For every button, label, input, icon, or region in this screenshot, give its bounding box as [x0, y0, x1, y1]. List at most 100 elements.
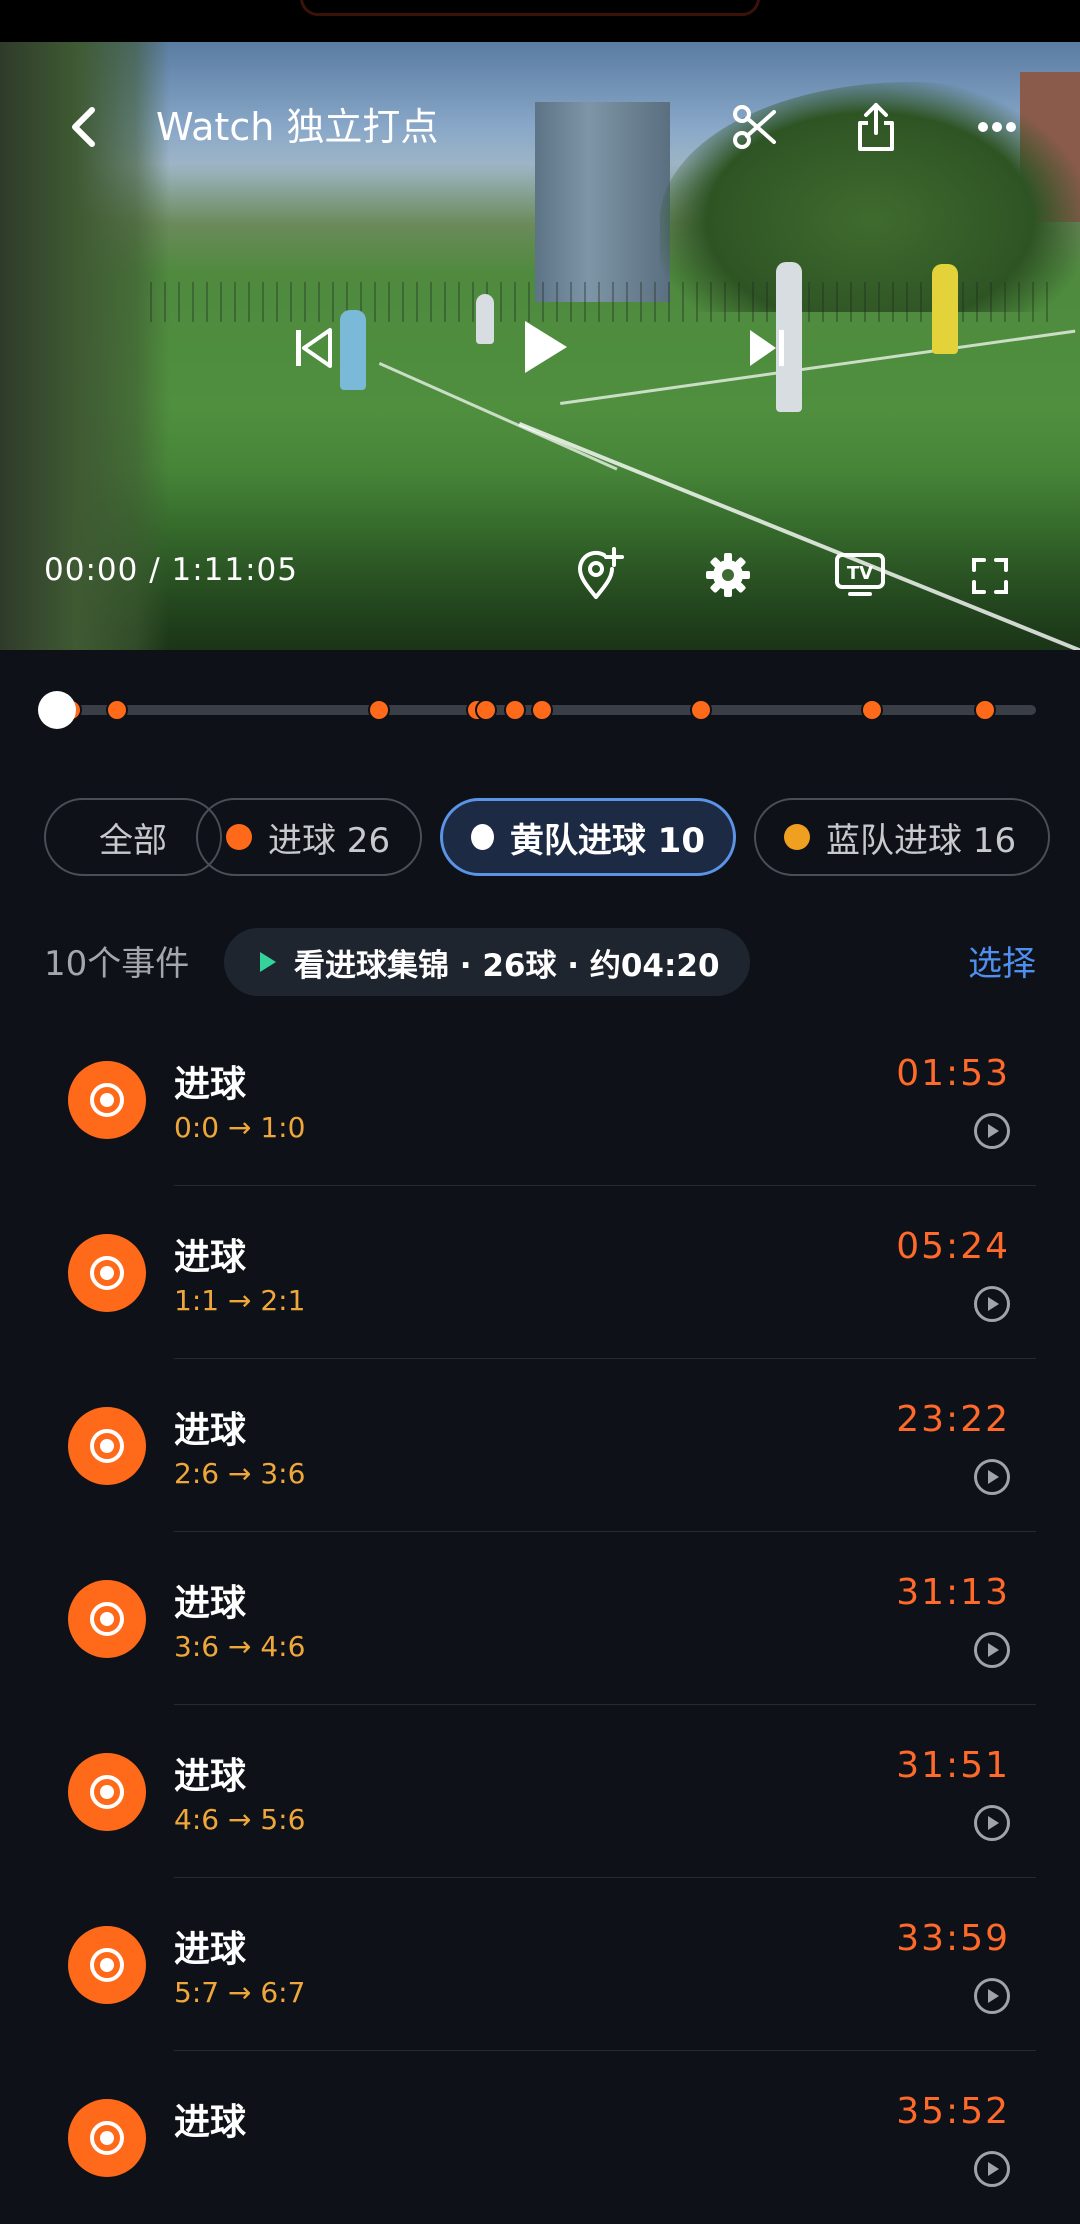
goal-target-icon	[68, 2099, 146, 2177]
timeline-marker[interactable]	[531, 699, 553, 721]
previous-icon	[296, 328, 332, 368]
event-title: 进球	[174, 1064, 247, 1105]
filter-chip-yellow-team-goals[interactable]: 黄队进球 10	[440, 798, 736, 876]
fullscreen-icon	[972, 558, 1008, 594]
video-scene-fence	[150, 282, 1050, 322]
event-title: 进球	[174, 1237, 247, 1278]
event-row[interactable]: 进球 35:52	[0, 2051, 1080, 2224]
play-circle-icon[interactable]	[974, 1978, 1010, 2014]
timeline-marker[interactable]	[504, 699, 526, 721]
goal-target-icon	[68, 1234, 146, 1312]
event-title: 进球	[174, 2102, 247, 2143]
orange-dot-icon	[226, 824, 252, 850]
page-title: Watch 独立打点	[156, 105, 439, 149]
timeline-marker[interactable]	[475, 699, 497, 721]
event-list: 进球 0:0 → 1:0 01:53 进球 1:1 → 2:1 05:24 进球…	[0, 1013, 1080, 2224]
status-bar	[0, 0, 1080, 42]
play-circle-icon[interactable]	[974, 1459, 1010, 1495]
previous-button[interactable]	[288, 318, 338, 378]
event-score: 2:6 → 3:6	[174, 1457, 306, 1490]
event-timeline[interactable]	[38, 691, 1036, 729]
play-icon	[260, 952, 276, 972]
timeline-marker[interactable]	[690, 699, 712, 721]
filter-chips: 全部 进球 26 黄队进球 10 蓝队进球 16	[44, 798, 1080, 876]
video-scene-player	[932, 264, 958, 354]
svg-text:TV: TV	[847, 563, 873, 584]
event-time: 35:52	[896, 2091, 1010, 2132]
filter-chip-label: 全部	[99, 820, 167, 861]
goal-target-icon	[68, 1407, 146, 1485]
event-title: 进球	[174, 1583, 247, 1624]
video-scene-pitch-line	[378, 362, 618, 471]
tv-cast-icon: TV	[835, 553, 885, 596]
share-button[interactable]	[846, 97, 906, 157]
play-button[interactable]	[515, 312, 575, 382]
event-row[interactable]: 进球 0:0 → 1:0 01:53	[0, 1013, 1080, 1186]
more-icon	[978, 122, 1016, 132]
select-button[interactable]: 选择	[968, 936, 1036, 985]
share-icon	[858, 103, 894, 151]
timeline-marker[interactable]	[974, 699, 996, 721]
play-circle-icon[interactable]	[974, 1632, 1010, 1668]
amber-dot-icon	[784, 824, 810, 850]
event-time: 31:51	[896, 1745, 1010, 1786]
filter-chip-label: 黄队进球 10	[509, 820, 705, 861]
event-time: 01:53	[896, 1053, 1010, 1094]
time-readout: 00:00 / 1:11:05	[44, 552, 298, 588]
add-marker-button[interactable]	[570, 544, 630, 604]
goal-target-icon	[68, 1753, 146, 1831]
event-row[interactable]: 进球 2:6 → 3:6 23:22	[0, 1359, 1080, 1532]
video-scene-pitch-line	[518, 422, 1080, 650]
video-scene-player	[340, 310, 366, 390]
highlights-label: 看进球集锦 · 26球 · 约04:20	[294, 947, 720, 984]
event-score: 3:6 → 4:6	[174, 1630, 306, 1663]
timeline-marker[interactable]	[861, 699, 883, 721]
play-circle-icon[interactable]	[974, 1286, 1010, 1322]
highlights-button[interactable]: 看进球集锦 · 26球 · 约04:20	[224, 928, 750, 996]
play-circle-icon[interactable]	[974, 1113, 1010, 1149]
dynamic-island	[300, 0, 760, 16]
video-scene-pitch-line	[560, 329, 1076, 405]
event-row[interactable]: 进球 5:7 → 6:7 33:59	[0, 1878, 1080, 2051]
clip-button[interactable]	[725, 97, 785, 157]
next-button[interactable]	[742, 318, 792, 378]
next-icon	[750, 330, 784, 366]
scissors-icon	[733, 105, 776, 149]
event-row[interactable]: 进球 1:1 → 2:1 05:24	[0, 1186, 1080, 1359]
chevron-left-icon	[72, 107, 95, 147]
timeline-playhead[interactable]	[38, 691, 76, 729]
event-score: 4:6 → 5:6	[174, 1803, 306, 1836]
white-dot-icon	[471, 824, 494, 850]
event-time: 23:22	[896, 1399, 1010, 1440]
timeline-marker[interactable]	[368, 699, 390, 721]
event-count: 10个事件	[44, 944, 190, 984]
event-score: 1:1 → 2:1	[174, 1284, 306, 1317]
filter-chip-blue-team-goals[interactable]: 蓝队进球 16	[754, 798, 1050, 876]
play-circle-icon[interactable]	[974, 2151, 1010, 2187]
event-title: 进球	[174, 1756, 247, 1797]
settings-button[interactable]	[699, 546, 757, 604]
event-time: 33:59	[896, 1918, 1010, 1959]
summary-row: 10个事件 看进球集锦 · 26球 · 约04:20 选择	[44, 928, 1036, 996]
play-icon	[525, 321, 567, 373]
fullscreen-button[interactable]	[962, 550, 1018, 602]
event-time: 05:24	[896, 1226, 1010, 1267]
add-marker-icon	[577, 547, 624, 599]
more-button[interactable]	[967, 97, 1027, 157]
filter-chip-goals[interactable]: 进球 26	[196, 798, 422, 876]
video-scene-player	[476, 294, 494, 344]
goal-target-icon	[68, 1580, 146, 1658]
settings-icon	[706, 553, 750, 597]
back-button[interactable]	[58, 102, 108, 152]
event-score: 5:7 → 6:7	[174, 1976, 306, 2009]
tv-cast-button[interactable]: TV	[830, 546, 890, 604]
filter-chip-label: 进球 26	[268, 820, 391, 861]
event-time: 31:13	[896, 1572, 1010, 1613]
event-title: 进球	[174, 1410, 247, 1451]
event-score: 0:0 → 1:0	[174, 1111, 306, 1144]
event-title: 进球	[174, 1929, 247, 1970]
timeline-marker[interactable]	[106, 699, 128, 721]
event-row[interactable]: 进球 4:6 → 5:6 31:51	[0, 1705, 1080, 1878]
event-row[interactable]: 进球 3:6 → 4:6 31:13	[0, 1532, 1080, 1705]
play-circle-icon[interactable]	[974, 1805, 1010, 1841]
